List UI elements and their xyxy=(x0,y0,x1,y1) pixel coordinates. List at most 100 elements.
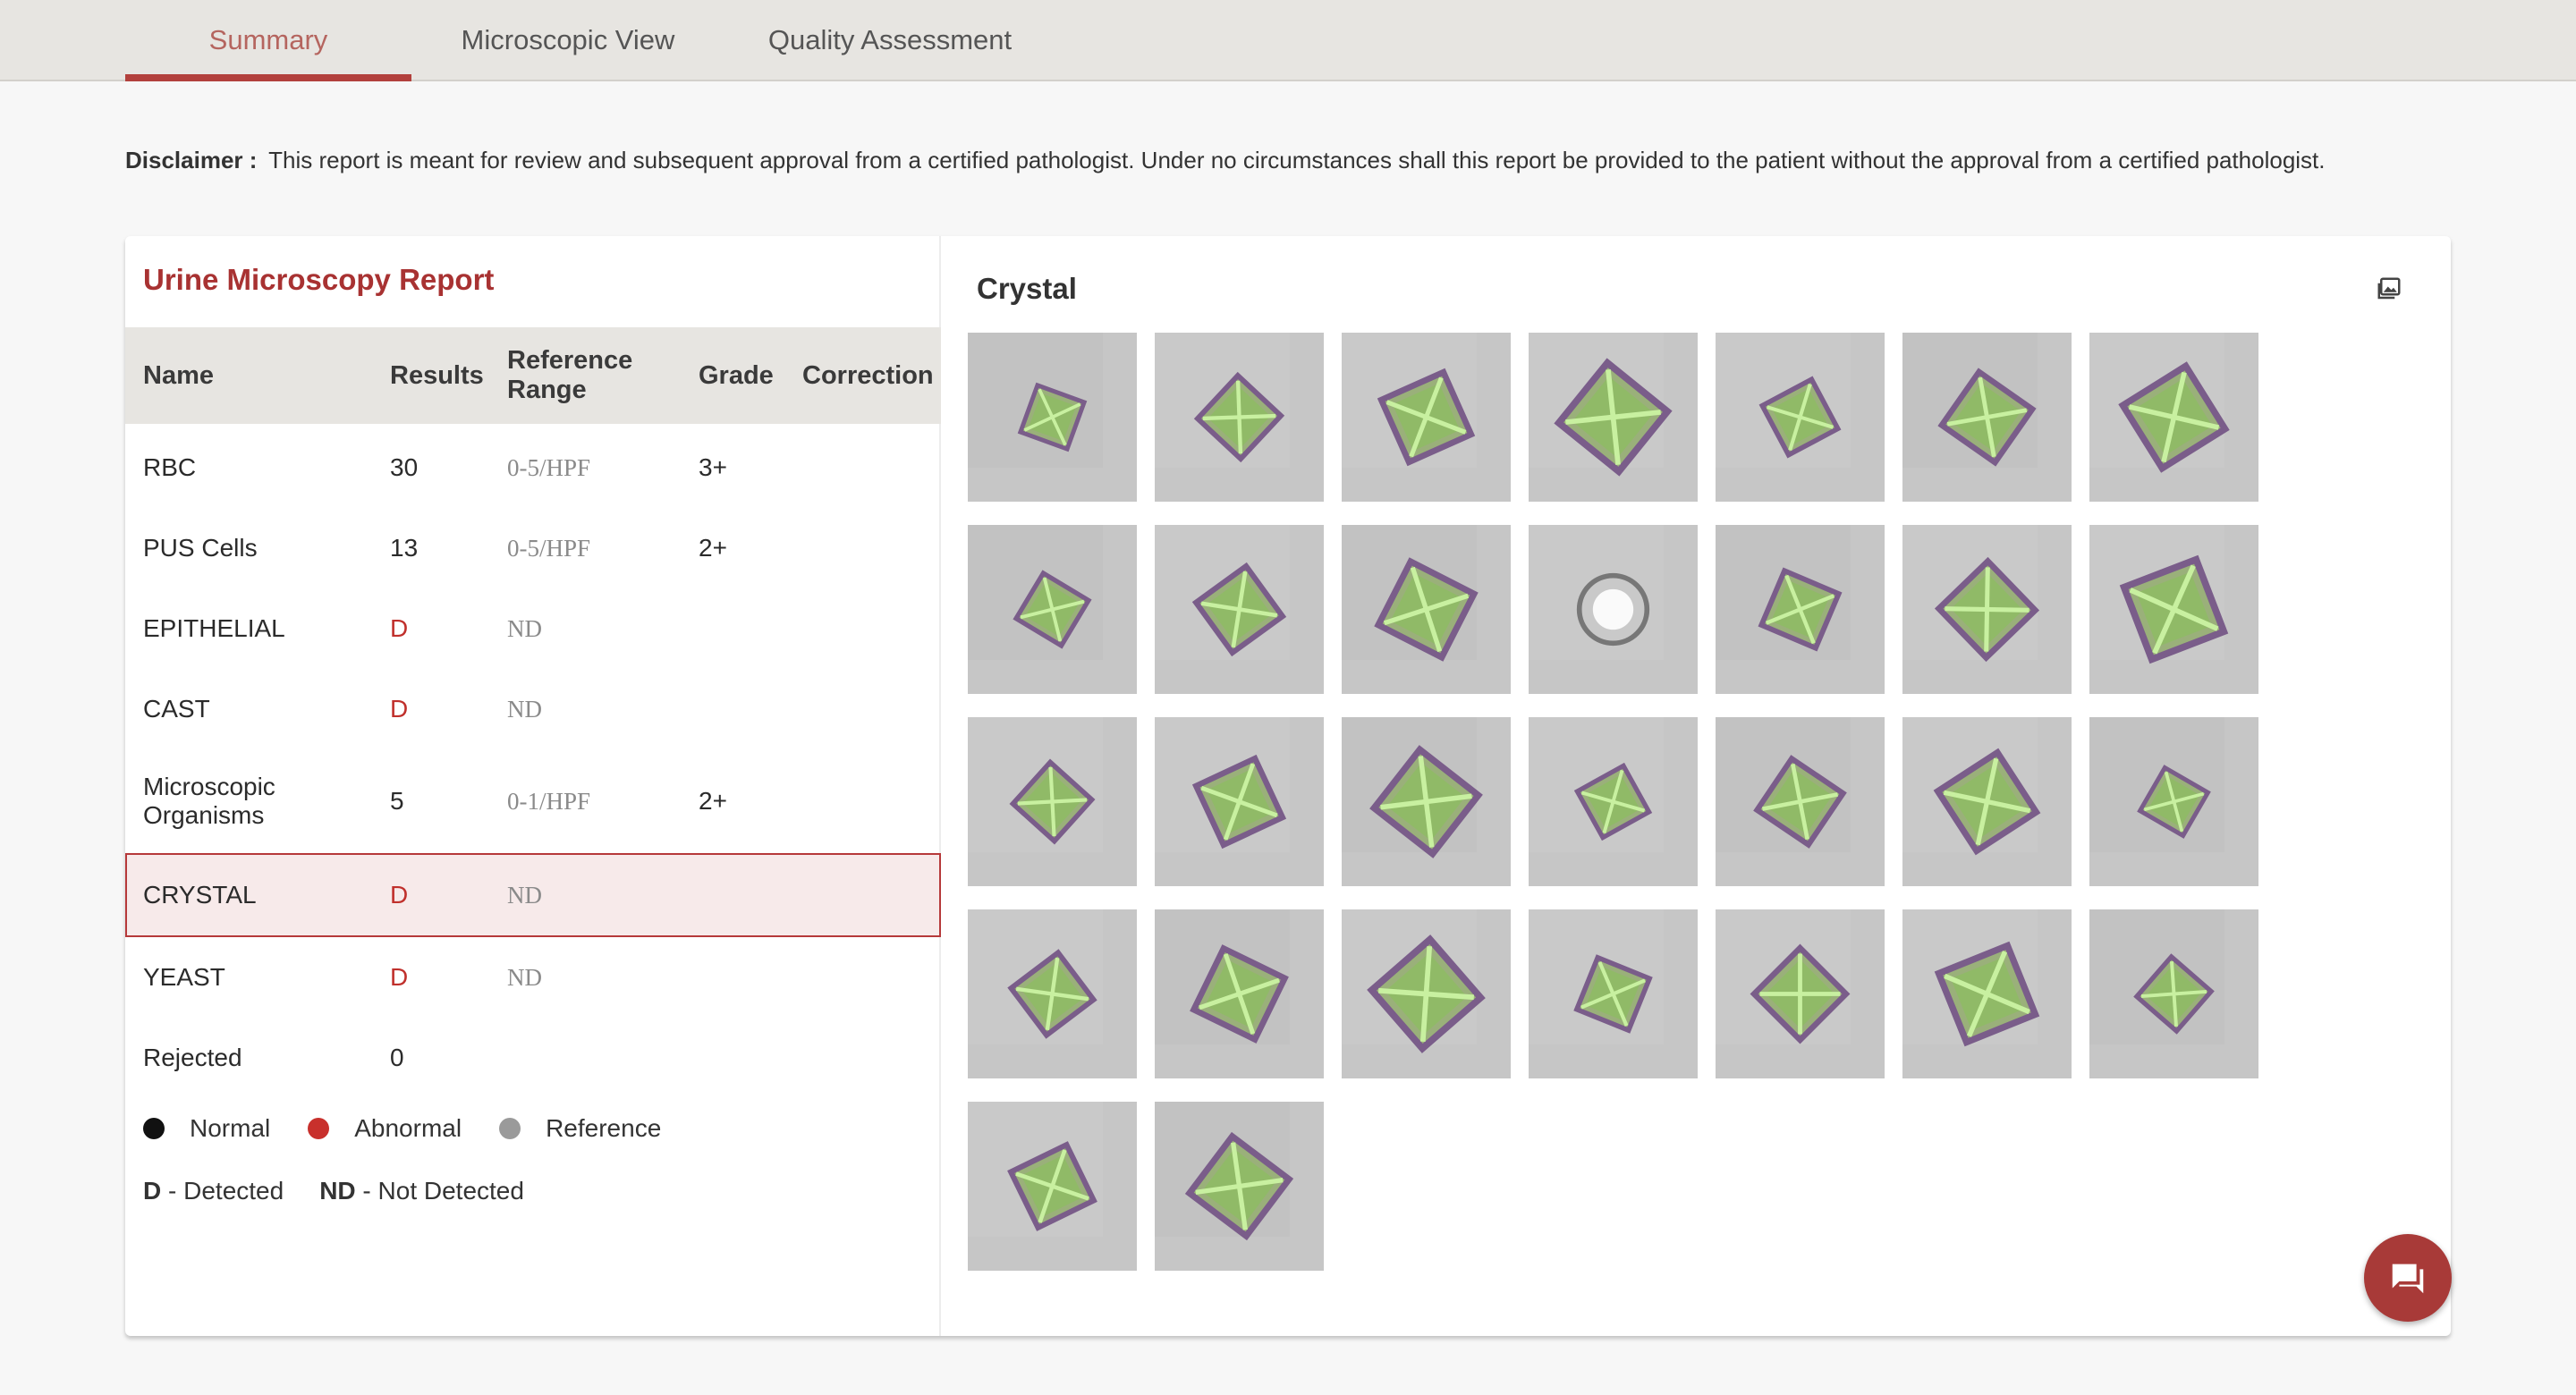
crystal-thumbnail[interactable] xyxy=(1902,717,2072,886)
row-grade: 3+ xyxy=(699,453,727,481)
table-row[interactable]: YEAST D ND xyxy=(125,937,941,1018)
crystal-thumbnail[interactable] xyxy=(968,333,1137,502)
row-name: EPITHELIAL xyxy=(143,614,285,642)
gallery-title: Crystal xyxy=(977,272,1077,305)
tab-bar: Summary Microscopic View Quality Assessm… xyxy=(0,0,2576,81)
abbr-not-detected: ND - Not Detected xyxy=(319,1177,524,1205)
crystal-thumbnail[interactable] xyxy=(1155,525,1324,694)
row-reference: ND xyxy=(507,696,542,723)
row-name: RBC xyxy=(143,453,197,481)
legend-abnormal-dot xyxy=(308,1118,330,1139)
tab-quality-assessment[interactable]: Quality Assessment xyxy=(733,0,1046,80)
crystal-thumbnail[interactable] xyxy=(1342,909,1511,1078)
column-grade: Grade xyxy=(699,360,774,390)
row-reference: 0-5/HPF xyxy=(507,535,591,562)
row-result: 13 xyxy=(390,534,419,562)
row-result: D xyxy=(390,695,409,723)
row-reference: 0-5/HPF xyxy=(507,454,591,481)
crystal-thumbnail[interactable] xyxy=(1155,717,1324,886)
column-correction: Correction xyxy=(802,360,934,390)
table-header: Name Results Reference Range Grade Corre… xyxy=(125,327,941,424)
crystal-thumbnail[interactable] xyxy=(1155,333,1324,502)
row-reference: ND xyxy=(507,964,542,991)
row-name: PUS Cells xyxy=(143,534,258,562)
abbr-detected: D - Detected xyxy=(143,1177,284,1205)
legend-reference-dot xyxy=(499,1118,521,1139)
tab-microscopic-view[interactable]: Microscopic View xyxy=(429,0,707,80)
table-row[interactable]: PUS Cells 13 0-5/HPF 2+ xyxy=(125,508,941,588)
row-name: Rejected xyxy=(143,1044,242,1071)
row-result: D xyxy=(390,614,409,642)
disclaimer-text: This report is meant for review and subs… xyxy=(268,147,2326,173)
table-row[interactable]: EPITHELIAL D ND xyxy=(125,588,941,669)
column-name: Name xyxy=(143,360,214,390)
crystal-thumbnail[interactable] xyxy=(1902,525,2072,694)
crystal-thumbnail[interactable] xyxy=(1529,525,1698,694)
table-row[interactable]: RBC 30 0-5/HPF 3+ xyxy=(125,427,941,508)
abbr-d: D xyxy=(143,1177,162,1205)
row-reference: 0-1/HPF xyxy=(507,788,591,815)
crystal-thumbnail[interactable] xyxy=(2089,333,2258,502)
disclaimer-label: Disclaimer : xyxy=(125,147,258,173)
row-result: D xyxy=(390,963,409,991)
crystal-thumbnail[interactable] xyxy=(1716,909,1885,1078)
report-title: Urine Microscopy Report xyxy=(143,263,495,296)
crystal-thumbnail[interactable] xyxy=(1902,909,2072,1078)
abbr-d-text: - Detected xyxy=(168,1177,284,1205)
legend-normal-dot xyxy=(143,1118,165,1139)
table-row[interactable]: Microscopic Organisms 5 0-1/HPF 2+ xyxy=(125,749,941,853)
abbr-nd-text: - Not Detected xyxy=(362,1177,524,1205)
crystal-thumbnail[interactable] xyxy=(1155,1102,1324,1271)
tab-summary[interactable]: Summary xyxy=(125,0,411,81)
chat-button[interactable] xyxy=(2364,1234,2452,1322)
crystal-thumbnail[interactable] xyxy=(1342,333,1511,502)
report-panel: Urine Microscopy Report Name Results Ref… xyxy=(125,236,941,1336)
crystal-thumbnail[interactable] xyxy=(1716,525,1885,694)
crystal-thumbnail[interactable] xyxy=(1529,333,1698,502)
crystal-thumbnail[interactable] xyxy=(1342,717,1511,886)
row-name: Microscopic Organisms xyxy=(143,773,275,829)
row-result: D xyxy=(390,881,409,909)
row-result: 30 xyxy=(390,453,419,481)
crystal-thumbnail[interactable] xyxy=(2089,525,2258,694)
row-grade: 2+ xyxy=(699,534,727,562)
crystal-gallery: Crystal xyxy=(941,236,2451,1336)
image-gallery-icon[interactable] xyxy=(2376,275,2402,302)
disclaimer: Disclaimer : This report is meant for re… xyxy=(125,143,2504,177)
legend-reference: Reference xyxy=(499,1114,661,1143)
legend-abnormal-label: Abnormal xyxy=(354,1114,462,1142)
crystal-thumbnail[interactable] xyxy=(1529,717,1698,886)
crystal-thumbnail[interactable] xyxy=(968,717,1137,886)
crystal-thumbnail[interactable] xyxy=(1902,333,2072,502)
crystal-thumbnail[interactable] xyxy=(1342,525,1511,694)
row-name: CRYSTAL xyxy=(143,881,257,909)
crystal-thumbnail[interactable] xyxy=(968,909,1137,1078)
crystal-thumbnail[interactable] xyxy=(1716,717,1885,886)
legend-normal: Normal xyxy=(143,1114,270,1143)
table-row[interactable]: CAST D ND xyxy=(125,669,941,749)
table-row[interactable]: Rejected 0 xyxy=(125,1018,941,1098)
crystal-thumbnail[interactable] xyxy=(1529,909,1698,1078)
crystal-thumbnail[interactable] xyxy=(968,1102,1137,1271)
chat-icon xyxy=(2392,1264,2424,1294)
crystal-thumbnail[interactable] xyxy=(2089,909,2258,1078)
table-row-crystal-selected[interactable]: CRYSTAL D ND xyxy=(125,853,941,937)
crystal-thumbnail[interactable] xyxy=(1716,333,1885,502)
row-name: YEAST xyxy=(143,963,225,991)
row-name: CAST xyxy=(143,695,210,723)
crystal-thumbnail[interactable] xyxy=(968,525,1137,694)
abbr-nd: ND xyxy=(319,1177,356,1205)
legend-abnormal: Abnormal xyxy=(308,1114,462,1143)
column-reference-range: Reference Range xyxy=(507,346,633,404)
report-card: Urine Microscopy Report Name Results Ref… xyxy=(125,236,2451,1336)
row-result: 5 xyxy=(390,787,404,815)
row-reference: ND xyxy=(507,615,542,642)
legend: Normal Abnormal Reference xyxy=(143,1111,699,1146)
row-result: 0 xyxy=(390,1044,404,1071)
abbreviations: D - Detected ND - Not Detected xyxy=(143,1177,560,1205)
crystal-thumbnail[interactable] xyxy=(2089,717,2258,886)
legend-reference-label: Reference xyxy=(546,1114,662,1142)
row-reference: ND xyxy=(507,882,542,909)
column-results: Results xyxy=(390,360,484,390)
crystal-thumbnail[interactable] xyxy=(1155,909,1324,1078)
